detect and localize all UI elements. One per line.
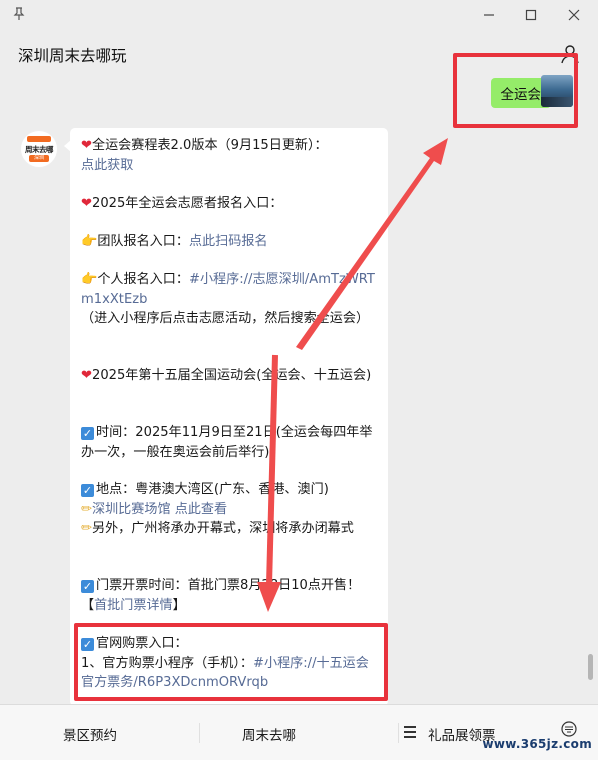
menu-scenic-reservation[interactable]: 景区预约 [63, 724, 117, 744]
avatar-logo-text: 周末去哪 [25, 145, 54, 154]
highlight-box-bottom [74, 623, 388, 701]
submenu-icon [404, 726, 416, 741]
pointing-hand-icon: 👉 [81, 234, 98, 249]
menu-divider [398, 723, 399, 743]
avatar-logo-bottom: 深圳 [29, 155, 49, 162]
team-signup-link[interactable]: 点此扫码报名 [189, 234, 268, 249]
pencil-icon: ✏ [81, 501, 92, 517]
ticket-details-link[interactable]: 首批门票详情 [94, 598, 173, 613]
paragraph-schedule: ❤全运会赛程表2.0版本（9月15日更新）： 点此获取 [81, 138, 328, 173]
close-icon[interactable] [563, 6, 585, 28]
paragraph-team-signup: 👉团队报名入口：点此扫码报名 [81, 234, 268, 249]
checkbox-icon: ✓ [81, 580, 94, 593]
heart-icon: ❤ [81, 196, 92, 211]
pointing-hand-icon: 👉 [81, 272, 98, 287]
minimize-icon[interactable] [478, 6, 500, 28]
maximize-icon[interactable] [520, 6, 542, 28]
schedule-link[interactable]: 点此获取 [81, 158, 133, 173]
paragraph-personal-signup: 👉个人报名入口：#小程序://志愿深圳/AmTzWRTm1xXtEzb （进入小… [81, 272, 375, 326]
menu-divider [199, 723, 200, 743]
checkbox-icon: ✓ [81, 484, 94, 497]
paragraph-time: ✓ 时间：2025年11月9日至21日(全运会每四年举办一次，一般在奥运会前后举行… [81, 425, 373, 460]
pencil-icon: ✏ [81, 521, 92, 536]
paragraph-games-title: ❤2025年第十五届全国运动会(全运会、十五运会) [81, 368, 372, 383]
heart-icon: ❤ [81, 368, 92, 383]
bottom-menu-bar: 景区预约 周末去哪 礼品展领票 www.365jz.com [0, 704, 598, 760]
keyboard-icon[interactable] [561, 721, 577, 737]
highlight-box-top [453, 53, 578, 128]
avatar-logo-top [27, 136, 51, 142]
menu-weekend[interactable]: 周末去哪 [242, 724, 296, 744]
chat-title: 深圳周末去哪玩 [18, 47, 127, 65]
official-account-avatar[interactable]: 周末去哪 深圳 [20, 130, 58, 168]
watermark: www.365jz.com [482, 737, 592, 751]
paragraph-location: ✓ 地点：粤港澳大湾区(广东、香港、澳门) ✏深圳比赛场馆 点此查看 ✏另外，广州… [81, 482, 354, 536]
paragraph-ticket-time: ✓ 门票开票时间：首批门票8月28日10点开售！【首批门票详情】 [81, 578, 361, 613]
heart-icon: ❤ [81, 138, 92, 153]
paragraph-volunteer: ❤2025年全运会志愿者报名入口： [81, 196, 283, 211]
scrollbar-thumb[interactable] [588, 654, 593, 680]
venue-link[interactable]: 深圳比赛场馆 点此查看 [92, 502, 227, 517]
checkbox-icon: ✓ [81, 427, 94, 440]
reply-message-bubble: ❤全运会赛程表2.0版本（9月15日更新）： 点此获取 ❤2025年全运会志愿者… [64, 128, 388, 706]
pin-icon[interactable] [8, 6, 30, 28]
